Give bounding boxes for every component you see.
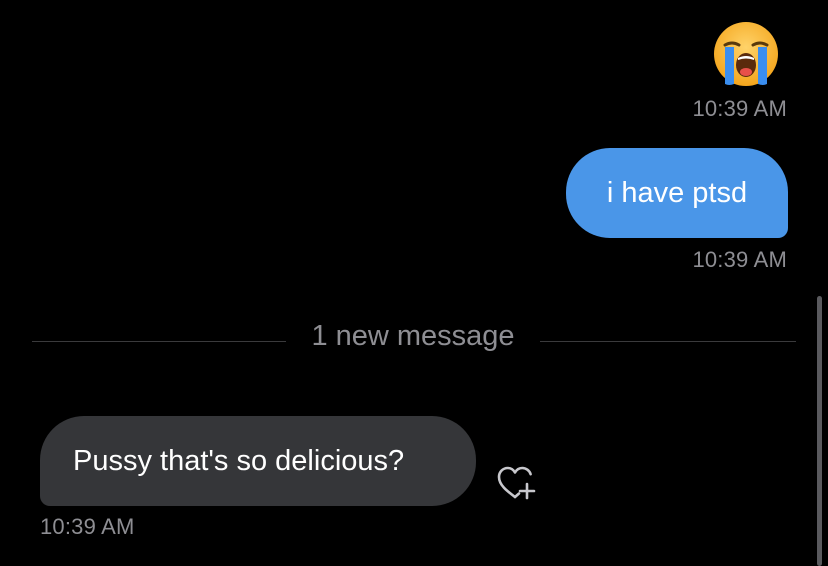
- divider-line-left: [32, 341, 286, 342]
- message-text: Pussy that's so delicious?: [73, 444, 405, 477]
- message-timestamp: 10:39 AM: [692, 247, 787, 272]
- incoming-message-bubble[interactable]: Pussy that's so delicious?: [40, 416, 476, 506]
- divider-line-right: [540, 341, 796, 342]
- message-timestamp: 10:39 AM: [40, 514, 135, 539]
- heart-plus-icon[interactable]: [495, 464, 539, 502]
- new-message-divider-label: 1 new message: [311, 320, 515, 352]
- loudly-crying-face-emoji-icon-graphic: [714, 22, 778, 86]
- outgoing-message-bubble[interactable]: i have ptsd: [566, 148, 788, 238]
- heart-plus-icon-graphic: [497, 466, 536, 500]
- loudly-crying-face-emoji-icon[interactable]: [712, 20, 780, 88]
- scrollbar[interactable]: [817, 296, 822, 566]
- message-text: i have ptsd: [606, 176, 748, 209]
- message-timestamp: 10:39 AM: [692, 96, 787, 121]
